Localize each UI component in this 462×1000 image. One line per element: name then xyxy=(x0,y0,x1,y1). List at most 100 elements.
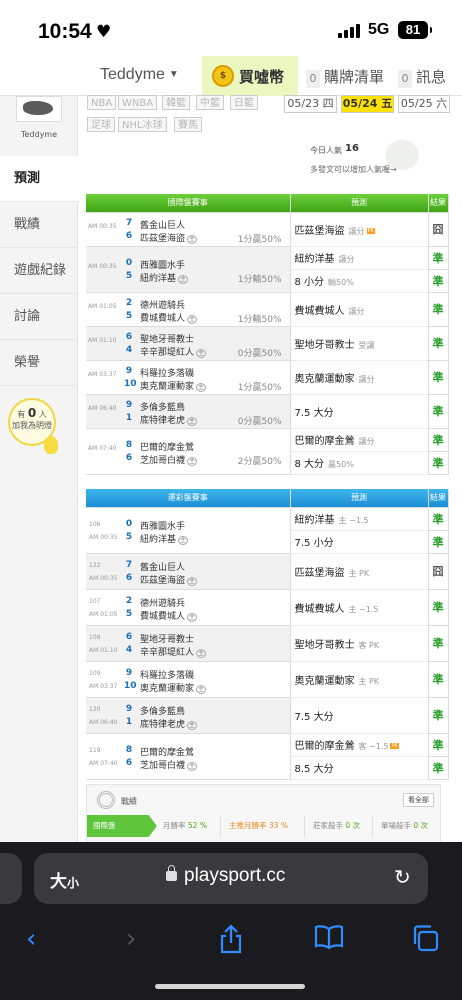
date-0523[interactable]: 05/23 四 xyxy=(284,95,337,113)
sport-filter-soccer[interactable]: 足球 xyxy=(87,117,115,132)
away-team: 巴爾的摩金鶯 xyxy=(140,747,195,758)
home-icon: 主 xyxy=(187,720,198,730)
game-cell[interactable]: 119 AM 07:40 8 巴爾的摩金鶯 6 芝加哥白襪主 xyxy=(86,733,291,780)
sport-filter-nba[interactable]: NBA xyxy=(87,95,117,110)
sport-filter-nhl[interactable]: NHL冰球 xyxy=(118,117,167,132)
game-cell[interactable]: 108 AM 01:10 6 聖地牙哥教士 4 辛辛那堤紅人主 xyxy=(86,625,291,662)
buy-coins-button[interactable]: $ 買噓幣 xyxy=(202,56,298,96)
home-team-name: 芝加哥白襪 xyxy=(140,455,186,466)
sport-filter-bleague[interactable]: 日籃 xyxy=(230,95,258,110)
prediction-text: 巴爾的摩金鶯 xyxy=(294,436,355,447)
game-cell[interactable]: 107 AM 01:05 2 德州遊騎兵 5 費城費城人主 xyxy=(86,589,291,626)
nav-messages[interactable]: 0 訊息 xyxy=(398,66,446,88)
home-score: 6 xyxy=(125,230,133,241)
odds-line: 0分贏50% xyxy=(237,416,282,427)
game-time: AM 03:37 xyxy=(89,682,118,690)
prediction-cell[interactable]: 巴爾的摩金鶯 讓分 xyxy=(290,428,429,452)
game-cell[interactable]: AM 06:40 9 多倫多藍鳥 1 底特律老虎主 0分贏50% xyxy=(86,394,291,429)
odds-line: 1分贏50% xyxy=(237,234,282,245)
game-cell[interactable]: 122 AM 00:35 7 舊金山巨人 6 匹茲堡海盜主 xyxy=(86,553,291,590)
prediction-cell[interactable]: 7.5 大分 xyxy=(290,697,429,734)
home-score: 5 xyxy=(125,310,133,321)
date-0524[interactable]: 05/24 五 xyxy=(341,95,394,113)
sport-filter-cba[interactable]: 中籃 xyxy=(196,95,224,110)
prediction-cell[interactable]: 匹茲堡海盜 讓分 PK xyxy=(290,212,429,247)
sport-filter-kbl[interactable]: 韓籃 xyxy=(162,95,190,110)
nav-purchase-list[interactable]: 0 購牌清單 xyxy=(306,66,384,88)
prediction-cell[interactable]: 巴爾的摩金鶯客 −1.5 PK xyxy=(290,733,429,757)
prediction-cell[interactable]: 聖地牙哥教士 受讓 xyxy=(290,326,429,361)
forward-icon[interactable]: › xyxy=(126,924,136,954)
prediction-cell[interactable]: 匹茲堡海盜主 PK xyxy=(290,553,429,590)
sidebar-item-predictions[interactable]: 預測 xyxy=(0,156,80,202)
sidebar-item-game-log[interactable]: 遊戲紀錄 xyxy=(0,248,78,294)
prediction-text: 費城費城人 xyxy=(294,603,345,615)
game-cell[interactable]: AM 03:37 9 科羅拉多落磯 10 奧克蘭運動家主 1分贏50% xyxy=(86,360,291,395)
game-cell[interactable]: AM 01:10 6 聖地牙哥教士 4 辛辛那堤紅人主 0分贏50% xyxy=(86,326,291,361)
sidebar-item-discussion[interactable]: 討論 xyxy=(0,294,78,340)
battery-icon: 81 xyxy=(398,21,432,39)
previous-tab[interactable] xyxy=(0,853,22,904)
reader-options-button[interactable]: 大小 xyxy=(50,867,79,892)
game-time: AM 01:05 xyxy=(89,610,118,618)
home-team: 費城費城人主 xyxy=(140,311,198,324)
game-time: AM 06:40 xyxy=(88,405,117,412)
game-cell[interactable]: 109 AM 03:37 9 科羅拉多落磯 10 奧克蘭運動家主 xyxy=(86,661,291,698)
prediction-cell[interactable]: 8.5 大分 xyxy=(290,756,429,780)
avatar[interactable] xyxy=(16,96,62,122)
share-icon[interactable] xyxy=(218,924,244,961)
away-team: 德州遊騎兵 xyxy=(140,598,186,609)
home-team: 奧克蘭運動家主 xyxy=(140,379,207,392)
back-icon[interactable]: ‹ xyxy=(26,924,36,954)
prediction-cell[interactable]: 聖地牙哥教士客 PK xyxy=(290,625,429,662)
away-team: 科羅拉多落磯 xyxy=(140,368,195,379)
promo-text: 加我為明燈 xyxy=(12,421,52,430)
prediction-detail: 讓分 xyxy=(338,255,355,264)
address-bar[interactable]: 大小 playsport.cc ↻ xyxy=(34,853,428,904)
col-lottery-result: 結果 xyxy=(428,489,449,508)
prediction-cell[interactable]: 紐約洋基 讓分 xyxy=(290,246,429,270)
away-team: 多倫多藍鳥 xyxy=(140,402,186,413)
home-team-name: 辛辛那堤紅人 xyxy=(140,647,195,658)
prediction-text: 巴爾的摩金鶯 xyxy=(294,741,355,752)
top-pick-badge: PK xyxy=(366,227,375,234)
prediction-cell[interactable]: 紐約洋基主 −1.5 xyxy=(290,507,429,531)
user-menu[interactable]: Teddyme ▼ xyxy=(100,66,179,84)
prediction-cell[interactable]: 奧克蘭運動家 讓分 xyxy=(290,360,429,395)
game-cell[interactable]: AM 01:05 2 德州遊騎兵 5 費城費城人主 1分輸50% xyxy=(86,292,291,327)
bookmarks-icon[interactable] xyxy=(314,924,344,957)
tabs-icon[interactable] xyxy=(410,924,440,959)
home-score: 10 xyxy=(124,378,137,389)
game-cell[interactable]: AM 00:35 0 西雅圖水手 5 紐約洋基主 1分輸50% xyxy=(86,246,291,293)
away-score: 0 xyxy=(125,257,133,268)
result-cell: 準 xyxy=(428,269,449,293)
game-cell[interactable]: 106 AM 00:35 0 西雅圖水手 5 紐約洋基主 xyxy=(86,507,291,554)
prediction-cell[interactable]: 7.5 大分 xyxy=(290,394,429,429)
result-cell: 準 xyxy=(428,394,449,429)
game-cell[interactable]: AM 00:35 7 舊金山巨人 6 匹茲堡海盜主 1分贏50% xyxy=(86,212,291,247)
sport-filter-horse[interactable]: 賽馬 xyxy=(174,117,202,132)
prediction-cell[interactable]: 奧克蘭運動家主 PK xyxy=(290,661,429,698)
prediction-cell[interactable]: 8 大分 贏50% xyxy=(290,451,429,475)
stats-tab-intl[interactable]: 國際盤 xyxy=(87,815,157,837)
home-team-name: 底特律老虎 xyxy=(140,415,186,426)
prediction-cell[interactable]: 費城費城人主 −1.5 xyxy=(290,589,429,626)
prediction-cell[interactable]: 7.5 小分 xyxy=(290,530,429,554)
stat-label: 莊家殺手 xyxy=(313,821,343,830)
game-cell[interactable]: AM 07:40 8 巴爾的摩金鶯 6 芝加哥白襪主 2分贏50% xyxy=(86,428,291,475)
game-time: AM 00:35 xyxy=(89,574,118,582)
sidebar-item-honor[interactable]: 榮譽 xyxy=(0,340,78,386)
game-cell[interactable]: 120 AM 06:40 9 多倫多藍鳥 1 底特律老虎主 xyxy=(86,697,291,734)
sidebar-item-record[interactable]: 戰績 xyxy=(0,202,78,248)
prediction-cell[interactable]: 費城費城人 讓分 xyxy=(290,292,429,327)
prediction-cell[interactable]: 8 小分 輸50% xyxy=(290,269,429,293)
result-cell: 準 xyxy=(428,428,449,452)
stat-value: 52 % xyxy=(187,821,207,830)
view-all-button[interactable]: 看全部 xyxy=(403,793,434,807)
result-cell: 準 xyxy=(428,292,449,327)
reload-icon[interactable]: ↻ xyxy=(394,865,411,889)
sport-filter-wnba[interactable]: WNBA xyxy=(118,95,158,110)
date-0525[interactable]: 05/25 六 xyxy=(398,95,450,113)
prediction-detail: 受讓 xyxy=(358,340,375,350)
home-icon: 主 xyxy=(187,314,198,324)
